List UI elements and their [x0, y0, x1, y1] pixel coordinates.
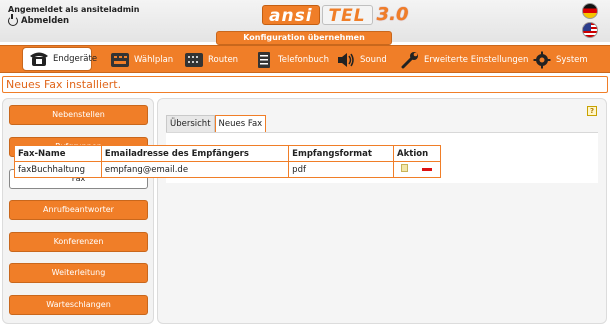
- nav-label: Routen: [208, 55, 239, 65]
- logout-label: Abmelden: [21, 16, 70, 26]
- table-header-row: Fax-Name Emailadresse des Empfängers Emp…: [14, 145, 441, 162]
- dialplan-icon: [110, 51, 130, 69]
- email-cell: empfang@email.de: [100, 161, 290, 178]
- nav-item-sound[interactable]: Sound: [330, 47, 393, 73]
- logo-part2: TEL: [321, 5, 373, 26]
- fax-table: Fax-Name Emailadresse des Empfängers Emp…: [14, 145, 441, 178]
- sidebar-item-weiterleitung[interactable]: Weiterleitung: [9, 263, 148, 283]
- sidebar: Nebenstellen Rufgruppen Fax Anrufbeantwo…: [2, 98, 154, 324]
- phonebook-icon: [254, 51, 274, 69]
- sidebar-item-anrufbeantworter[interactable]: Anrufbeantworter: [9, 200, 148, 220]
- logout-link[interactable]: Abmelden: [8, 14, 70, 26]
- nav-item-system[interactable]: System: [526, 47, 594, 73]
- column-header: Aktion: [393, 145, 441, 162]
- nav-item-erweiterte-einstellungen[interactable]: Erweiterte Einstellungen: [394, 47, 534, 73]
- nav-label: System: [556, 55, 588, 65]
- speaker-icon: [336, 51, 356, 69]
- tab-uebersicht[interactable]: Übersicht: [166, 115, 215, 133]
- column-header: Empfangsformat: [288, 145, 395, 162]
- login-status: Angemeldet als ansiteladmin: [8, 5, 140, 14]
- english-flag-icon[interactable]: [582, 22, 598, 38]
- nav-item-endgeraete[interactable]: Endgeräte: [22, 47, 97, 71]
- fax-name-cell: faxBuchhaltung: [14, 161, 102, 178]
- logo-version: 3.0: [376, 4, 409, 25]
- action-cell: [393, 161, 441, 178]
- routes-icon: [184, 51, 204, 69]
- nav-item-telefonbuch[interactable]: Telefonbuch: [248, 47, 335, 73]
- table-row: faxBuchhaltung empfang@email.de pdf: [14, 161, 441, 178]
- header: Angemeldet als ansiteladmin Abmelden ans…: [0, 0, 610, 45]
- help-icon[interactable]: ?: [587, 106, 597, 116]
- sidebar-item-nebenstellen[interactable]: Nebenstellen: [9, 105, 148, 125]
- nav-label: Telefonbuch: [278, 55, 329, 65]
- nav-label: Erweiterte Einstellungen: [424, 55, 529, 65]
- tab-neues-fax[interactable]: Neues Fax: [214, 115, 267, 133]
- telephone-icon: [29, 50, 49, 68]
- nav-label: Sound: [360, 55, 387, 65]
- main-panel: ? Übersicht Neues Fax: [157, 98, 607, 324]
- delete-icon[interactable]: [422, 168, 433, 171]
- format-cell: pdf: [288, 161, 395, 178]
- column-header: Emailadresse des Empfängers: [100, 145, 290, 162]
- nav-item-routen[interactable]: Routen: [178, 47, 244, 73]
- wrench-icon: [400, 51, 420, 69]
- power-icon: [8, 14, 18, 26]
- apply-config-button[interactable]: Konfiguration übernehmen: [216, 31, 392, 45]
- logo: ansi TEL 3.0: [262, 3, 409, 26]
- nav-label: Endgeräte: [53, 54, 98, 64]
- edit-icon[interactable]: [401, 164, 409, 172]
- tab-bar: Übersicht Neues Fax: [166, 115, 267, 133]
- nav-label: Wählplan: [134, 55, 174, 65]
- logo-part1: ansi: [262, 5, 320, 26]
- sidebar-item-warteschlangen[interactable]: Warteschlangen: [9, 295, 148, 315]
- gear-icon: [532, 51, 552, 69]
- main-nav: Endgeräte Wählplan Routen Telefonbuch So…: [0, 45, 610, 73]
- column-header: Fax-Name: [14, 145, 102, 162]
- german-flag-icon[interactable]: [582, 3, 598, 19]
- sidebar-item-konferenzen[interactable]: Konferenzen: [9, 232, 148, 252]
- status-message: Neues Fax installiert.: [2, 76, 608, 93]
- nav-item-waehlplan[interactable]: Wählplan: [104, 47, 179, 73]
